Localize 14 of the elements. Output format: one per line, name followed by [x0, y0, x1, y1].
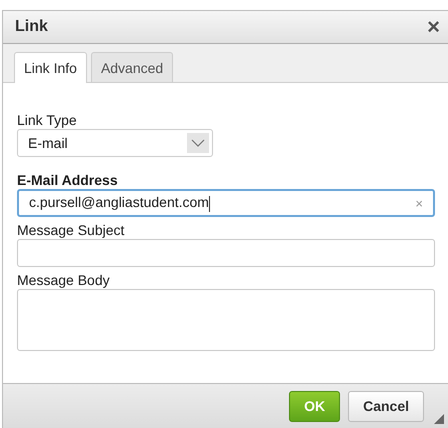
resize-grip-icon[interactable]	[434, 414, 444, 424]
field-label: E-Mail Address	[17, 171, 119, 189]
text-area[interactable]	[17, 289, 435, 351]
link-type-dropdown[interactable]: E-mail	[17, 129, 213, 157]
window-title: Link	[15, 18, 48, 36]
tab[interactable]: Link Info	[14, 52, 87, 83]
text-field[interactable]	[17, 239, 435, 267]
cancel-button[interactable]: Cancel	[348, 390, 424, 422]
field-label: Message Subject	[17, 221, 126, 239]
field-label: Link Type	[17, 111, 78, 129]
field-label: Message Body	[17, 271, 111, 289]
text-field[interactable]: c.pursell@angliastudent.com ×	[17, 189, 435, 217]
close-button[interactable]: ×	[427, 16, 440, 38]
tab[interactable]: Advanced	[90, 52, 174, 82]
